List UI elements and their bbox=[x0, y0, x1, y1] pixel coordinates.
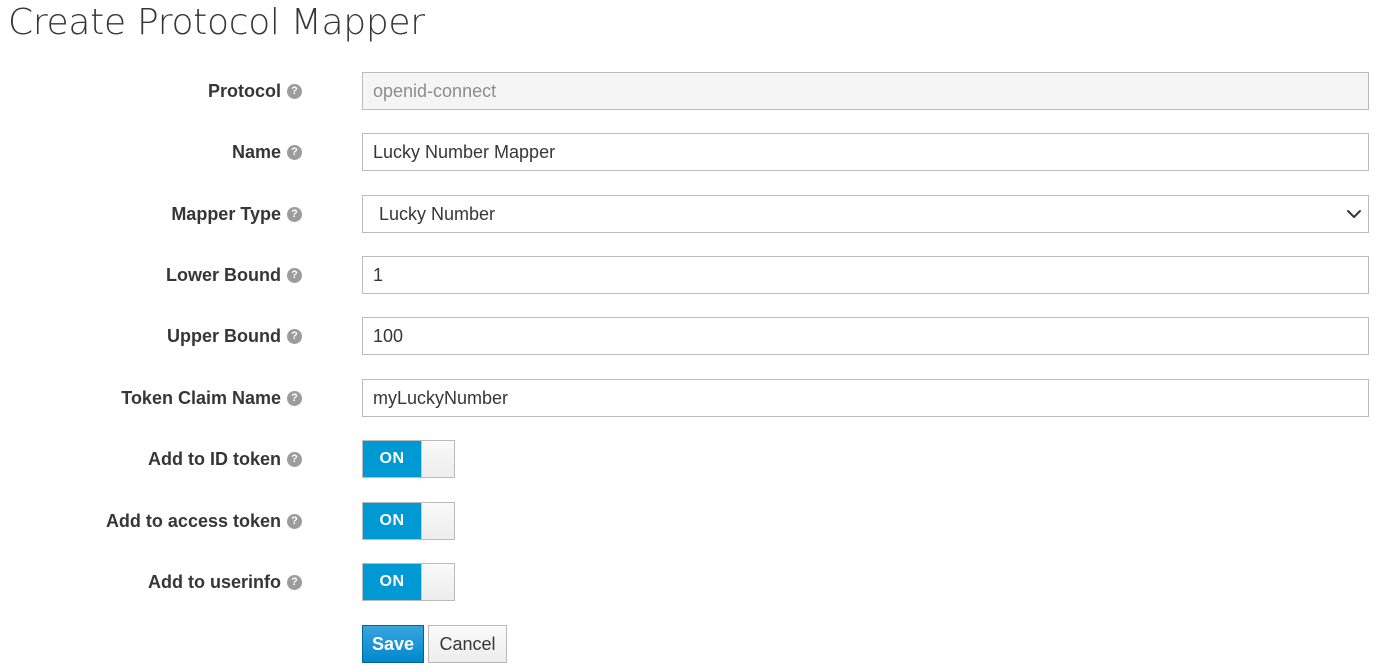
question-circle-icon[interactable]: ? bbox=[287, 451, 302, 467]
toggle-on-label: ON bbox=[363, 503, 421, 539]
form-row-add-to-id-token: Add to ID token ? ON bbox=[0, 439, 1386, 479]
question-circle-icon[interactable]: ? bbox=[287, 267, 302, 283]
name-label-text: Name bbox=[231, 141, 281, 162]
add-to-userinfo-label-text: Add to userinfo bbox=[148, 571, 281, 592]
save-button[interactable]: Save bbox=[362, 625, 424, 663]
question-circle-icon[interactable]: ? bbox=[287, 206, 302, 222]
mapper-type-label: Mapper Type ? bbox=[171, 194, 302, 234]
upper-bound-field[interactable] bbox=[362, 317, 1369, 355]
name-field[interactable] bbox=[362, 133, 1369, 171]
mapper-type-label-text: Mapper Type bbox=[171, 203, 281, 224]
mapper-type-select[interactable]: Lucky Number bbox=[362, 195, 1369, 233]
form-row-protocol: Protocol ? bbox=[0, 71, 1386, 111]
lower-bound-field[interactable] bbox=[362, 256, 1369, 294]
form-row-add-to-access-token: Add to access token ? ON bbox=[0, 501, 1386, 541]
add-to-access-token-label: Add to access token ? bbox=[106, 501, 302, 541]
question-circle-icon[interactable]: ? bbox=[287, 144, 302, 160]
question-circle-icon[interactable]: ? bbox=[287, 328, 302, 344]
name-label: Name ? bbox=[232, 132, 302, 172]
toggle-handle[interactable] bbox=[421, 564, 454, 600]
lower-bound-label-text: Lower Bound bbox=[166, 264, 281, 285]
add-to-userinfo-label: Add to userinfo ? bbox=[148, 562, 302, 602]
token-claim-name-field[interactable] bbox=[362, 379, 1369, 417]
form-row-upper-bound: Upper Bound ? bbox=[0, 316, 1386, 356]
question-circle-icon[interactable]: ? bbox=[287, 574, 302, 590]
page-title: Create Protocol Mapper bbox=[8, 2, 425, 43]
token-claim-name-label-text: Token Claim Name bbox=[121, 387, 281, 408]
lower-bound-label: Lower Bound ? bbox=[166, 255, 302, 295]
toggle-handle[interactable] bbox=[421, 441, 454, 477]
mapper-type-selected-value: Lucky Number bbox=[379, 203, 496, 224]
chevron-down-icon bbox=[1347, 210, 1361, 218]
add-to-access-token-label-text: Add to access token bbox=[105, 510, 281, 531]
form-row-add-to-userinfo: Add to userinfo ? ON bbox=[0, 562, 1386, 602]
token-claim-name-label: Token Claim Name ? bbox=[121, 378, 302, 418]
question-circle-icon[interactable]: ? bbox=[287, 513, 302, 529]
protocol-label: Protocol ? bbox=[208, 71, 302, 111]
add-to-id-token-label: Add to ID token ? bbox=[148, 439, 302, 479]
upper-bound-label: Upper Bound ? bbox=[167, 316, 302, 356]
add-to-id-token-toggle[interactable]: ON bbox=[362, 440, 455, 478]
form-row-name: Name ? bbox=[0, 132, 1386, 172]
add-to-access-token-toggle[interactable]: ON bbox=[362, 502, 455, 540]
add-to-id-token-label-text: Add to ID token bbox=[148, 448, 281, 469]
question-circle-icon[interactable]: ? bbox=[287, 390, 302, 406]
protocol-label-text: Protocol bbox=[207, 80, 281, 101]
toggle-handle[interactable] bbox=[421, 503, 454, 539]
cancel-button[interactable]: Cancel bbox=[428, 625, 507, 663]
protocol-field bbox=[362, 72, 1369, 110]
toggle-on-label: ON bbox=[363, 441, 421, 477]
question-circle-icon[interactable]: ? bbox=[287, 83, 302, 99]
form-row-mapper-type: Mapper Type ? Lucky Number bbox=[0, 194, 1386, 234]
form-row-token-claim-name: Token Claim Name ? bbox=[0, 378, 1386, 418]
form-row-lower-bound: Lower Bound ? bbox=[0, 255, 1386, 295]
toggle-on-label: ON bbox=[363, 564, 421, 600]
upper-bound-label-text: Upper Bound bbox=[167, 325, 281, 346]
add-to-userinfo-toggle[interactable]: ON bbox=[362, 563, 455, 601]
